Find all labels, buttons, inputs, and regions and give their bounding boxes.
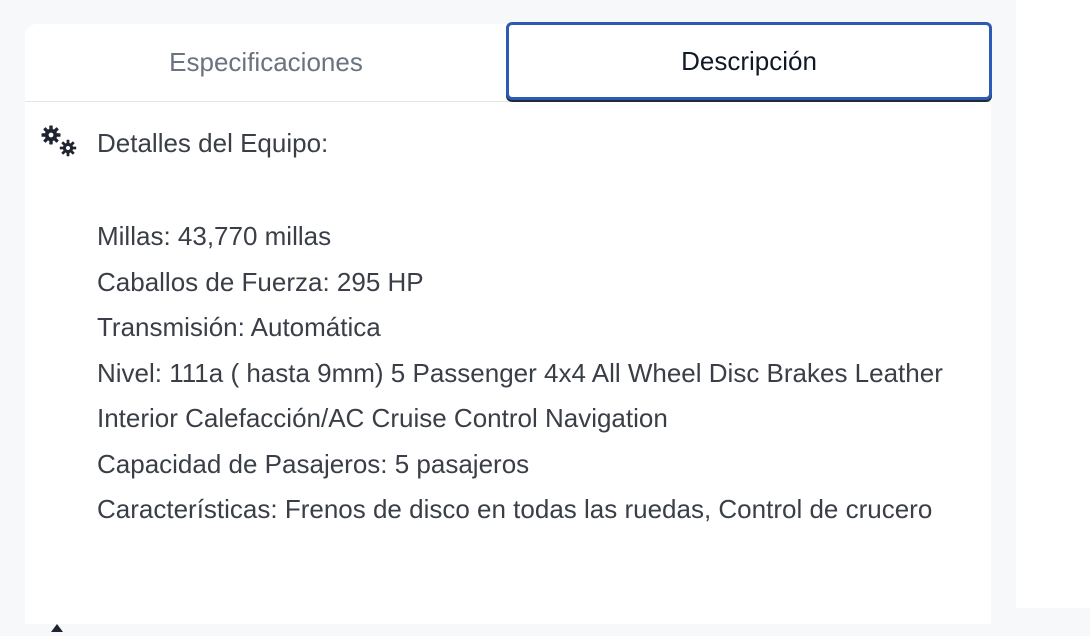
tab-descripcion[interactable]: Descripción [506,22,992,100]
detail-capacidad: Capacidad de Pasajeros: 5 pasajeros [97,448,530,479]
tab-especificaciones[interactable]: Especificaciones [25,24,507,101]
description-card: Especificaciones Descripción Detalles de… [25,22,992,632]
details-list: Millas: 43,770 millas Caballos de Fuerza… [97,214,957,533]
next-section-icon [51,624,63,632]
tab-bar: Especificaciones Descripción [25,22,992,102]
page-right-gutter [1016,0,1090,608]
detail-transmision: Transmisión: Automática [97,312,381,342]
section-title: Detalles del Equipo: [97,128,329,158]
detail-caracteristicas: Características: Frenos de disco en toda… [97,494,933,524]
detail-caballos: Caballos de Fuerza: 295 HP [97,266,424,297]
gears-icon [41,125,77,157]
detail-nivel: Nivel: 111a ( hasta 9mm) 5 Passenger 4x4… [97,357,943,434]
detail-millas: Millas: 43,770 millas [97,221,332,251]
